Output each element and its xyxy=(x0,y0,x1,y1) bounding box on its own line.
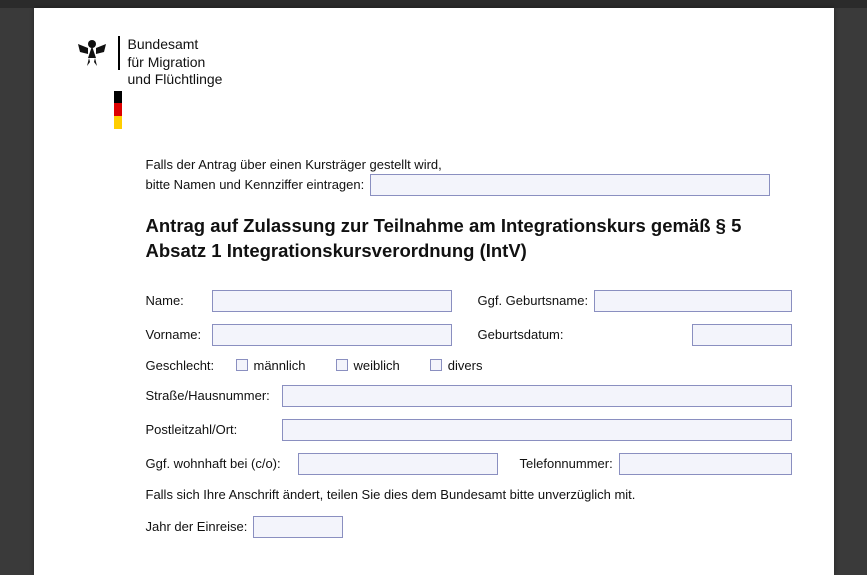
row-co: Ggf. wohnhaft bei (c/o): Telefonnummer: xyxy=(146,453,792,475)
row-geschlecht: Geschlecht: männlich weiblich divers xyxy=(146,358,792,373)
label-geschlecht: Geschlecht: xyxy=(146,358,230,373)
federal-eagle-icon xyxy=(76,36,108,70)
intro-text: Falls der Antrag über einen Kursträger g… xyxy=(146,155,792,197)
address-change-note: Falls sich Ihre Anschrift ändert, teilen… xyxy=(146,487,792,502)
agency-line2: für Migration xyxy=(128,54,223,72)
checkbox-divers[interactable] xyxy=(430,359,442,371)
label-divers: divers xyxy=(448,358,483,373)
co-field[interactable] xyxy=(298,453,498,475)
german-flag-bar xyxy=(114,91,122,129)
geburtsdatum-field[interactable] xyxy=(692,324,792,346)
agency-name: Bundesamt für Migration und Flüchtlinge xyxy=(128,36,223,89)
telefon-field[interactable] xyxy=(619,453,792,475)
label-vorname: Vorname: xyxy=(146,327,206,342)
agency-line1: Bundesamt xyxy=(128,36,223,54)
checkbox-maennlich[interactable] xyxy=(236,359,248,371)
jahr-field[interactable] xyxy=(253,516,343,538)
document-page: Bundesamt für Migration und Flüchtlinge … xyxy=(34,8,834,575)
geburtsname-field[interactable] xyxy=(594,290,791,312)
row-jahr: Jahr der Einreise: xyxy=(146,516,792,538)
viewer-topbar xyxy=(0,0,867,8)
vorname-field[interactable] xyxy=(212,324,452,346)
row-strasse: Straße/Hausnummer: xyxy=(146,385,792,407)
label-weiblich: weiblich xyxy=(354,358,400,373)
label-geburtsname: Ggf. Geburtsname: xyxy=(478,293,589,308)
row-name: Name: Ggf. Geburtsname: xyxy=(146,290,792,312)
label-jahr: Jahr der Einreise: xyxy=(146,519,248,534)
form-title: Antrag auf Zulassung zur Teilnahme am In… xyxy=(146,214,792,264)
agency-line3: und Flüchtlinge xyxy=(128,71,223,89)
plzort-field[interactable] xyxy=(282,419,792,441)
strasse-field[interactable] xyxy=(282,385,792,407)
label-name: Name: xyxy=(146,293,206,308)
label-strasse: Straße/Hausnummer: xyxy=(146,388,276,403)
row-vorname: Vorname: Geburtsdatum: xyxy=(146,324,792,346)
label-plzort: Postleitzahl/Ort: xyxy=(146,422,276,437)
label-telefon: Telefonnummer: xyxy=(520,456,613,471)
checkbox-weiblich[interactable] xyxy=(336,359,348,371)
form-content: Falls der Antrag über einen Kursträger g… xyxy=(146,155,792,538)
kurstraeger-field[interactable] xyxy=(370,174,770,196)
name-field[interactable] xyxy=(212,290,452,312)
agency-logo-block: Bundesamt für Migration und Flüchtlinge xyxy=(76,36,792,89)
logo-divider xyxy=(118,36,120,70)
label-co: Ggf. wohnhaft bei (c/o): xyxy=(146,456,292,471)
intro-line1: Falls der Antrag über einen Kursträger g… xyxy=(146,155,792,175)
intro-line2: bitte Namen und Kennziffer eintragen: xyxy=(146,175,365,195)
label-maennlich: männlich xyxy=(254,358,306,373)
row-plzort: Postleitzahl/Ort: xyxy=(146,419,792,441)
label-geburtsdatum: Geburtsdatum: xyxy=(478,327,586,342)
